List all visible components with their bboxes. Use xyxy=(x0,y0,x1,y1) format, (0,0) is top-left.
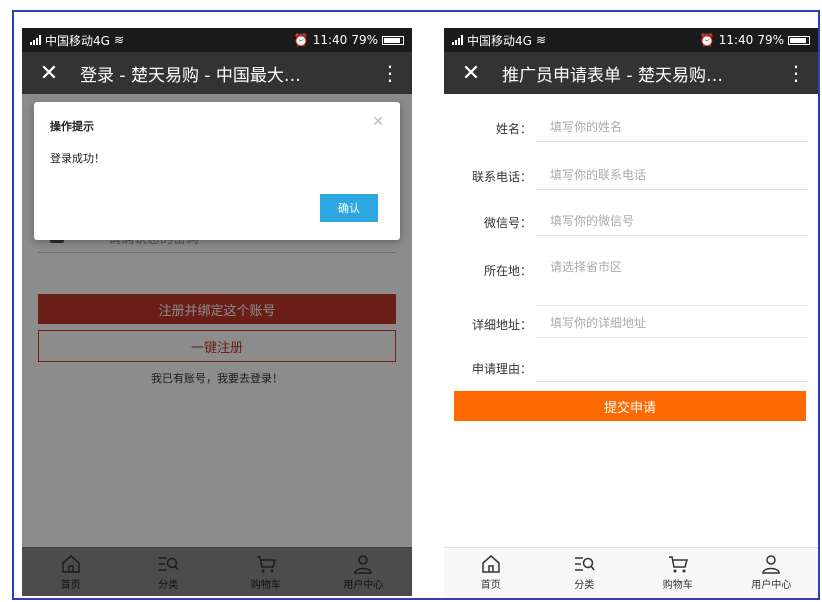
more-icon[interactable]: ⋮ xyxy=(378,61,402,85)
submit-application-button[interactable]: 提交申请 xyxy=(454,391,806,421)
dialog-message: 登录成功！ xyxy=(50,152,105,165)
address-input[interactable]: 填写你的详细地址 xyxy=(536,308,808,338)
reason-input[interactable] xyxy=(536,352,808,382)
alert-dialog: 操作提示 ✕ 登录成功！ 确认 xyxy=(34,102,400,240)
close-icon[interactable]: ✕ xyxy=(32,61,66,86)
battery-icon xyxy=(382,35,404,45)
alarm-icon: ⏰ xyxy=(699,33,715,47)
battery-icon xyxy=(788,35,810,45)
tab-category[interactable]: 分类 xyxy=(538,548,632,596)
application-form: 姓名： 填写你的姓名 联系电话： 填写你的联系电话 微信号： 填写你的微信号 所… xyxy=(444,94,818,548)
tab-home[interactable]: 首页 xyxy=(444,548,538,596)
status-bar: 中国移动4G ≋ ⏰ 11:40 79% xyxy=(444,28,818,52)
bottom-tab-bar: 首页 分类 购物车 用户中心 xyxy=(444,547,818,596)
field-label: 联系电话： xyxy=(471,170,532,184)
signal-icon xyxy=(452,35,463,45)
address-field: 详细地址： 填写你的详细地址 xyxy=(444,308,818,340)
region-select[interactable]: 请选择省市区 xyxy=(536,250,808,306)
clock: 11:40 xyxy=(718,33,754,47)
field-label: 微信号： xyxy=(483,216,532,230)
tab-cart[interactable]: 购物车 xyxy=(631,548,725,596)
category-search-icon xyxy=(575,556,595,571)
field-label: 详细地址： xyxy=(471,318,532,332)
page-title: 推广员申请表单 - 楚天易购… xyxy=(502,65,723,86)
carrier-label: 中国移动4G xyxy=(45,33,110,48)
name-field: 姓名： 填写你的姓名 xyxy=(444,112,818,144)
field-label: 姓名： xyxy=(495,122,532,136)
status-bar: 中国移动4G ≋ ⏰ 11:40 79% xyxy=(22,28,412,52)
field-label: 所在地： xyxy=(483,264,532,278)
more-icon[interactable]: ⋮ xyxy=(784,61,808,85)
battery-percent: 79% xyxy=(757,33,784,47)
title-bar: ✕ 登录 - 楚天易购 - 中国最大… ⋮ xyxy=(22,52,412,94)
cart-icon xyxy=(668,555,688,572)
user-icon xyxy=(762,554,781,574)
battery-percent: 79% xyxy=(351,33,378,47)
alarm-icon: ⏰ xyxy=(293,33,309,47)
wechat-field: 微信号： 填写你的微信号 xyxy=(444,206,818,238)
clock: 11:40 xyxy=(312,33,348,47)
location-field: 所在地： 请选择省市区 xyxy=(444,250,818,306)
signal-icon xyxy=(30,35,41,45)
wifi-icon: ≋ xyxy=(535,33,546,47)
tab-label: 用户中心 xyxy=(751,579,792,591)
phone-login-screen: 中国移动4G ≋ ⏰ 11:40 79% ✕ 登录 - 楚天易购 - 中国最大…… xyxy=(22,28,412,596)
tab-label: 分类 xyxy=(574,579,595,591)
phone-input[interactable]: 填写你的联系电话 xyxy=(536,160,808,190)
tab-label: 首页 xyxy=(480,579,501,591)
home-icon xyxy=(482,554,500,573)
tab-label: 购物车 xyxy=(662,579,693,591)
title-bar: ✕ 推广员申请表单 - 楚天易购… ⋮ xyxy=(444,52,818,94)
dialog-title: 操作提示 xyxy=(50,120,94,133)
wifi-icon: ≋ xyxy=(113,33,124,47)
carrier-label: 中国移动4G xyxy=(467,33,532,48)
page-title: 登录 - 楚天易购 - 中国最大… xyxy=(80,65,301,86)
dialog-close-icon[interactable]: ✕ xyxy=(372,114,384,130)
phone-application-form-screen: 中国移动4G ≋ ⏰ 11:40 79% ✕ 推广员申请表单 - 楚天易购… ⋮… xyxy=(444,28,818,596)
name-input[interactable]: 填写你的姓名 xyxy=(536,112,808,142)
wechat-input[interactable]: 填写你的微信号 xyxy=(536,206,808,236)
tab-user-center[interactable]: 用户中心 xyxy=(725,548,819,596)
reason-field: 申请理由： xyxy=(444,350,818,394)
phone-field: 联系电话： 填写你的联系电话 xyxy=(444,160,818,192)
dialog-confirm-button[interactable]: 确认 xyxy=(320,194,378,222)
close-icon[interactable]: ✕ xyxy=(454,61,488,86)
field-label: 申请理由： xyxy=(471,362,532,376)
